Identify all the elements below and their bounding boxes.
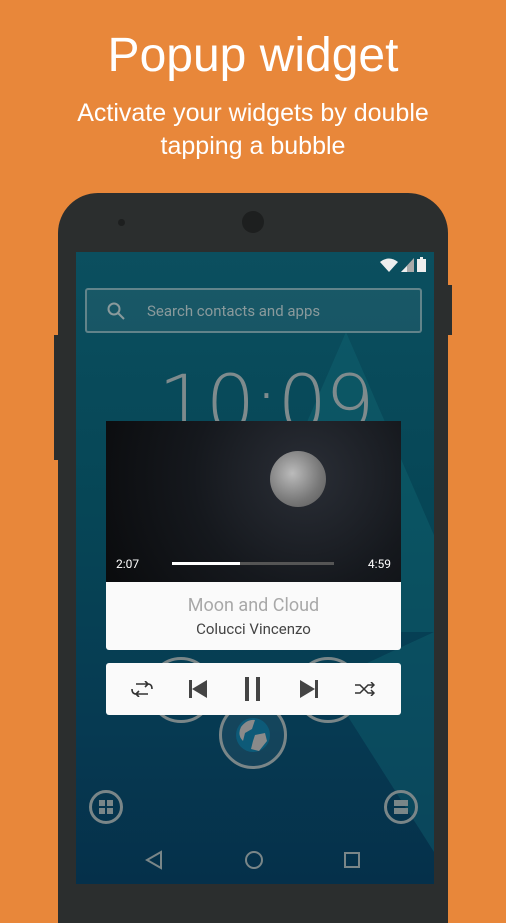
previous-button[interactable] bbox=[183, 674, 213, 704]
artist-name: Colucci Vincenzo bbox=[196, 620, 311, 638]
home-icon[interactable] bbox=[244, 850, 264, 870]
shuffle-icon bbox=[355, 682, 376, 696]
skip-previous-icon bbox=[188, 680, 207, 698]
status-bar bbox=[380, 257, 426, 272]
battery-icon bbox=[417, 257, 426, 272]
track-info: Moon and Cloud Colucci Vincenzo bbox=[106, 582, 401, 650]
next-button[interactable] bbox=[294, 674, 324, 704]
moon-image bbox=[270, 451, 326, 507]
seek-progress bbox=[172, 562, 241, 565]
playback-controls bbox=[106, 663, 401, 715]
apps-button[interactable] bbox=[89, 790, 123, 824]
grid-icon bbox=[99, 800, 113, 814]
elapsed-time: 2:07 bbox=[116, 557, 140, 571]
globe-icon bbox=[236, 718, 270, 752]
camera bbox=[118, 219, 125, 226]
seek-bar[interactable] bbox=[172, 562, 334, 565]
search-icon bbox=[107, 302, 125, 320]
recents-icon[interactable] bbox=[343, 851, 361, 869]
skip-next-icon bbox=[300, 680, 319, 698]
back-icon[interactable] bbox=[145, 850, 163, 870]
repeat-icon bbox=[131, 681, 153, 697]
shuffle-button[interactable] bbox=[350, 674, 380, 704]
widgets-button[interactable] bbox=[384, 790, 418, 824]
page-subtitle: Activate your widgets by double tapping a… bbox=[0, 97, 506, 163]
pause-button[interactable] bbox=[238, 674, 268, 704]
repeat-button[interactable] bbox=[127, 674, 157, 704]
widget-list-icon bbox=[394, 800, 408, 814]
wifi-icon bbox=[380, 258, 398, 272]
pause-icon bbox=[245, 677, 261, 701]
page-title: Popup widget bbox=[107, 29, 399, 82]
search-placeholder: Search contacts and apps bbox=[147, 301, 321, 320]
search-input[interactable]: Search contacts and apps bbox=[85, 288, 422, 333]
duration: 4:59 bbox=[367, 557, 391, 571]
video-player[interactable]: 2:07 4:59 bbox=[106, 421, 401, 582]
subtitle-line: tapping a bubble bbox=[160, 132, 346, 160]
song-title: Moon and Cloud bbox=[187, 595, 320, 616]
signal-icon bbox=[401, 257, 414, 272]
subtitle-line: Activate your widgets by double bbox=[77, 99, 429, 127]
front-camera bbox=[242, 211, 264, 233]
